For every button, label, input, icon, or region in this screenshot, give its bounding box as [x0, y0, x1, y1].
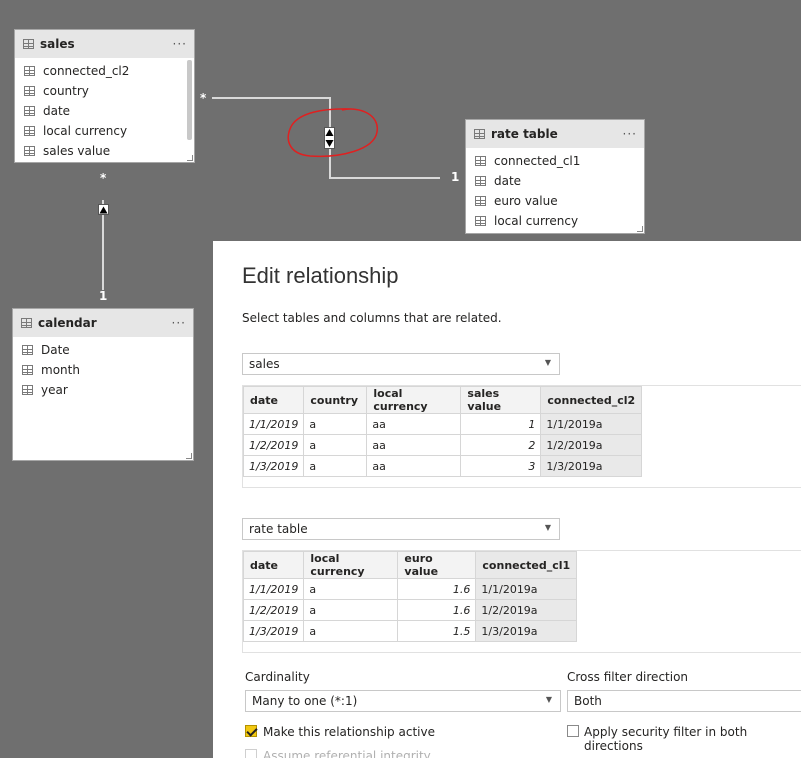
more-options-icon[interactable]: ··· [172, 316, 186, 330]
table-row: 1/3/2019 a 1.5 1/3/2019a [242, 620, 578, 642]
column-icon [22, 365, 33, 375]
field-local-currency[interactable]: local currency [466, 211, 644, 231]
referential-integrity-label: Assume referential integrity [263, 749, 431, 758]
calendar-table-card[interactable]: calendar ··· Date month year [12, 308, 194, 461]
table2-preview: date local currency euro value connected… [242, 550, 801, 653]
one-marker: 1 [99, 289, 108, 303]
edit-relationship-dialog: Edit relationship Select tables and colu… [213, 241, 801, 758]
rate-table-header[interactable]: rate table ··· [466, 120, 644, 148]
table2-select-value: rate table [249, 522, 308, 536]
one-marker: 1 [451, 170, 460, 184]
cross-filter-select[interactable]: Both [567, 690, 801, 712]
more-options-icon[interactable]: ··· [173, 37, 187, 51]
field-connected-cl1[interactable]: connected_cl1 [466, 151, 644, 171]
resize-handle[interactable] [637, 226, 643, 232]
field-date[interactable]: date [15, 101, 194, 121]
single-filter-icon[interactable] [98, 204, 109, 215]
field-local-currency[interactable]: local currency [15, 121, 194, 141]
table1-grid: date country local currency sales value … [242, 386, 643, 477]
column-header[interactable]: date [242, 551, 305, 579]
column-icon [475, 156, 486, 166]
column-icon [475, 216, 486, 226]
table2-select[interactable]: rate table ▼ [242, 518, 560, 540]
column-icon [475, 176, 486, 186]
table-icon [21, 318, 32, 328]
rate-table-card[interactable]: rate table ··· connected_cl1 date euro v… [465, 119, 645, 234]
table2-grid: date local currency euro value connected… [242, 551, 578, 642]
field-sales-value[interactable]: sales value [15, 141, 194, 161]
field-date[interactable]: date [466, 171, 644, 191]
resize-handle[interactable] [187, 155, 193, 161]
cardinality-select[interactable]: Many to one (*:1) ▼ [245, 690, 561, 712]
arrow-up-down-icon [325, 129, 334, 147]
column-header[interactable]: euro value [397, 551, 477, 579]
column-header[interactable]: country [303, 386, 368, 414]
referential-integrity-checkbox[interactable] [245, 749, 257, 758]
security-filter-checkbox[interactable] [567, 725, 579, 737]
table1-select[interactable]: sales ▼ [242, 353, 560, 375]
column-icon [24, 106, 35, 116]
active-checkbox[interactable] [245, 725, 257, 737]
column-header[interactable]: local currency [303, 551, 399, 579]
column-header[interactable]: sales value [460, 386, 542, 414]
table-icon [23, 39, 34, 49]
security-filter-label: Apply security filter in both directions [584, 725, 748, 753]
column-icon [24, 86, 35, 96]
column-header[interactable]: local currency [366, 386, 462, 414]
column-header-selected[interactable]: connected_cl1 [475, 551, 578, 579]
cardinality-label: Cardinality [245, 670, 310, 684]
chevron-down-icon: ▼ [545, 695, 552, 704]
field-country[interactable]: country [15, 81, 194, 101]
chevron-down-icon: ▼ [544, 358, 551, 367]
rate-table-name: rate table [491, 127, 558, 141]
more-options-icon[interactable]: ··· [623, 127, 637, 141]
field-Date[interactable]: Date [13, 340, 193, 360]
dialog-title: Edit relationship [242, 263, 399, 288]
column-header-selected[interactable]: connected_cl2 [540, 386, 643, 414]
table-row: 1/3/2019 a aa 3 1/3/2019a [242, 455, 643, 477]
column-icon [24, 126, 35, 136]
column-icon [24, 146, 35, 156]
table-row: 1/1/2019 a 1.6 1/1/2019a [242, 578, 578, 600]
sales-table-header[interactable]: sales ··· [15, 30, 194, 58]
scrollbar[interactable] [187, 60, 192, 140]
cross-filter-value: Both [574, 694, 602, 708]
table-row: 1/2/2019 a aa 2 1/2/2019a [242, 434, 643, 456]
resize-handle[interactable] [186, 453, 192, 459]
table-icon [474, 129, 485, 139]
table-row: 1/2/2019 a 1.6 1/2/2019a [242, 599, 578, 621]
cardinality-value: Many to one (*:1) [252, 694, 358, 708]
calendar-table-header[interactable]: calendar ··· [13, 309, 193, 337]
field-year[interactable]: year [13, 380, 193, 400]
table-row: 1/1/2019 a aa 1 1/1/2019a [242, 413, 643, 435]
column-header[interactable]: date [242, 386, 305, 414]
dialog-subtitle: Select tables and columns that are relat… [242, 311, 502, 325]
field-euro-value[interactable]: euro value [466, 191, 644, 211]
bidirectional-filter-icon[interactable] [324, 127, 335, 149]
column-icon [475, 196, 486, 206]
calendar-table-name: calendar [38, 316, 97, 330]
chevron-down-icon: ▼ [544, 523, 551, 532]
field-connected-cl2[interactable]: connected_cl2 [15, 61, 194, 81]
many-marker: * [100, 171, 107, 185]
table1-preview: date country local currency sales value … [242, 385, 801, 488]
many-marker: * [200, 91, 207, 105]
column-icon [22, 345, 33, 355]
cross-filter-label: Cross filter direction [567, 670, 689, 684]
column-icon [22, 385, 33, 395]
sales-table-name: sales [40, 37, 75, 51]
table1-select-value: sales [249, 357, 280, 371]
active-label: Make this relationship active [263, 725, 435, 739]
arrow-up-icon [99, 206, 108, 213]
field-month[interactable]: month [13, 360, 193, 380]
sales-table-card[interactable]: sales ··· connected_cl2 country date loc… [14, 29, 195, 163]
column-icon [24, 66, 35, 76]
